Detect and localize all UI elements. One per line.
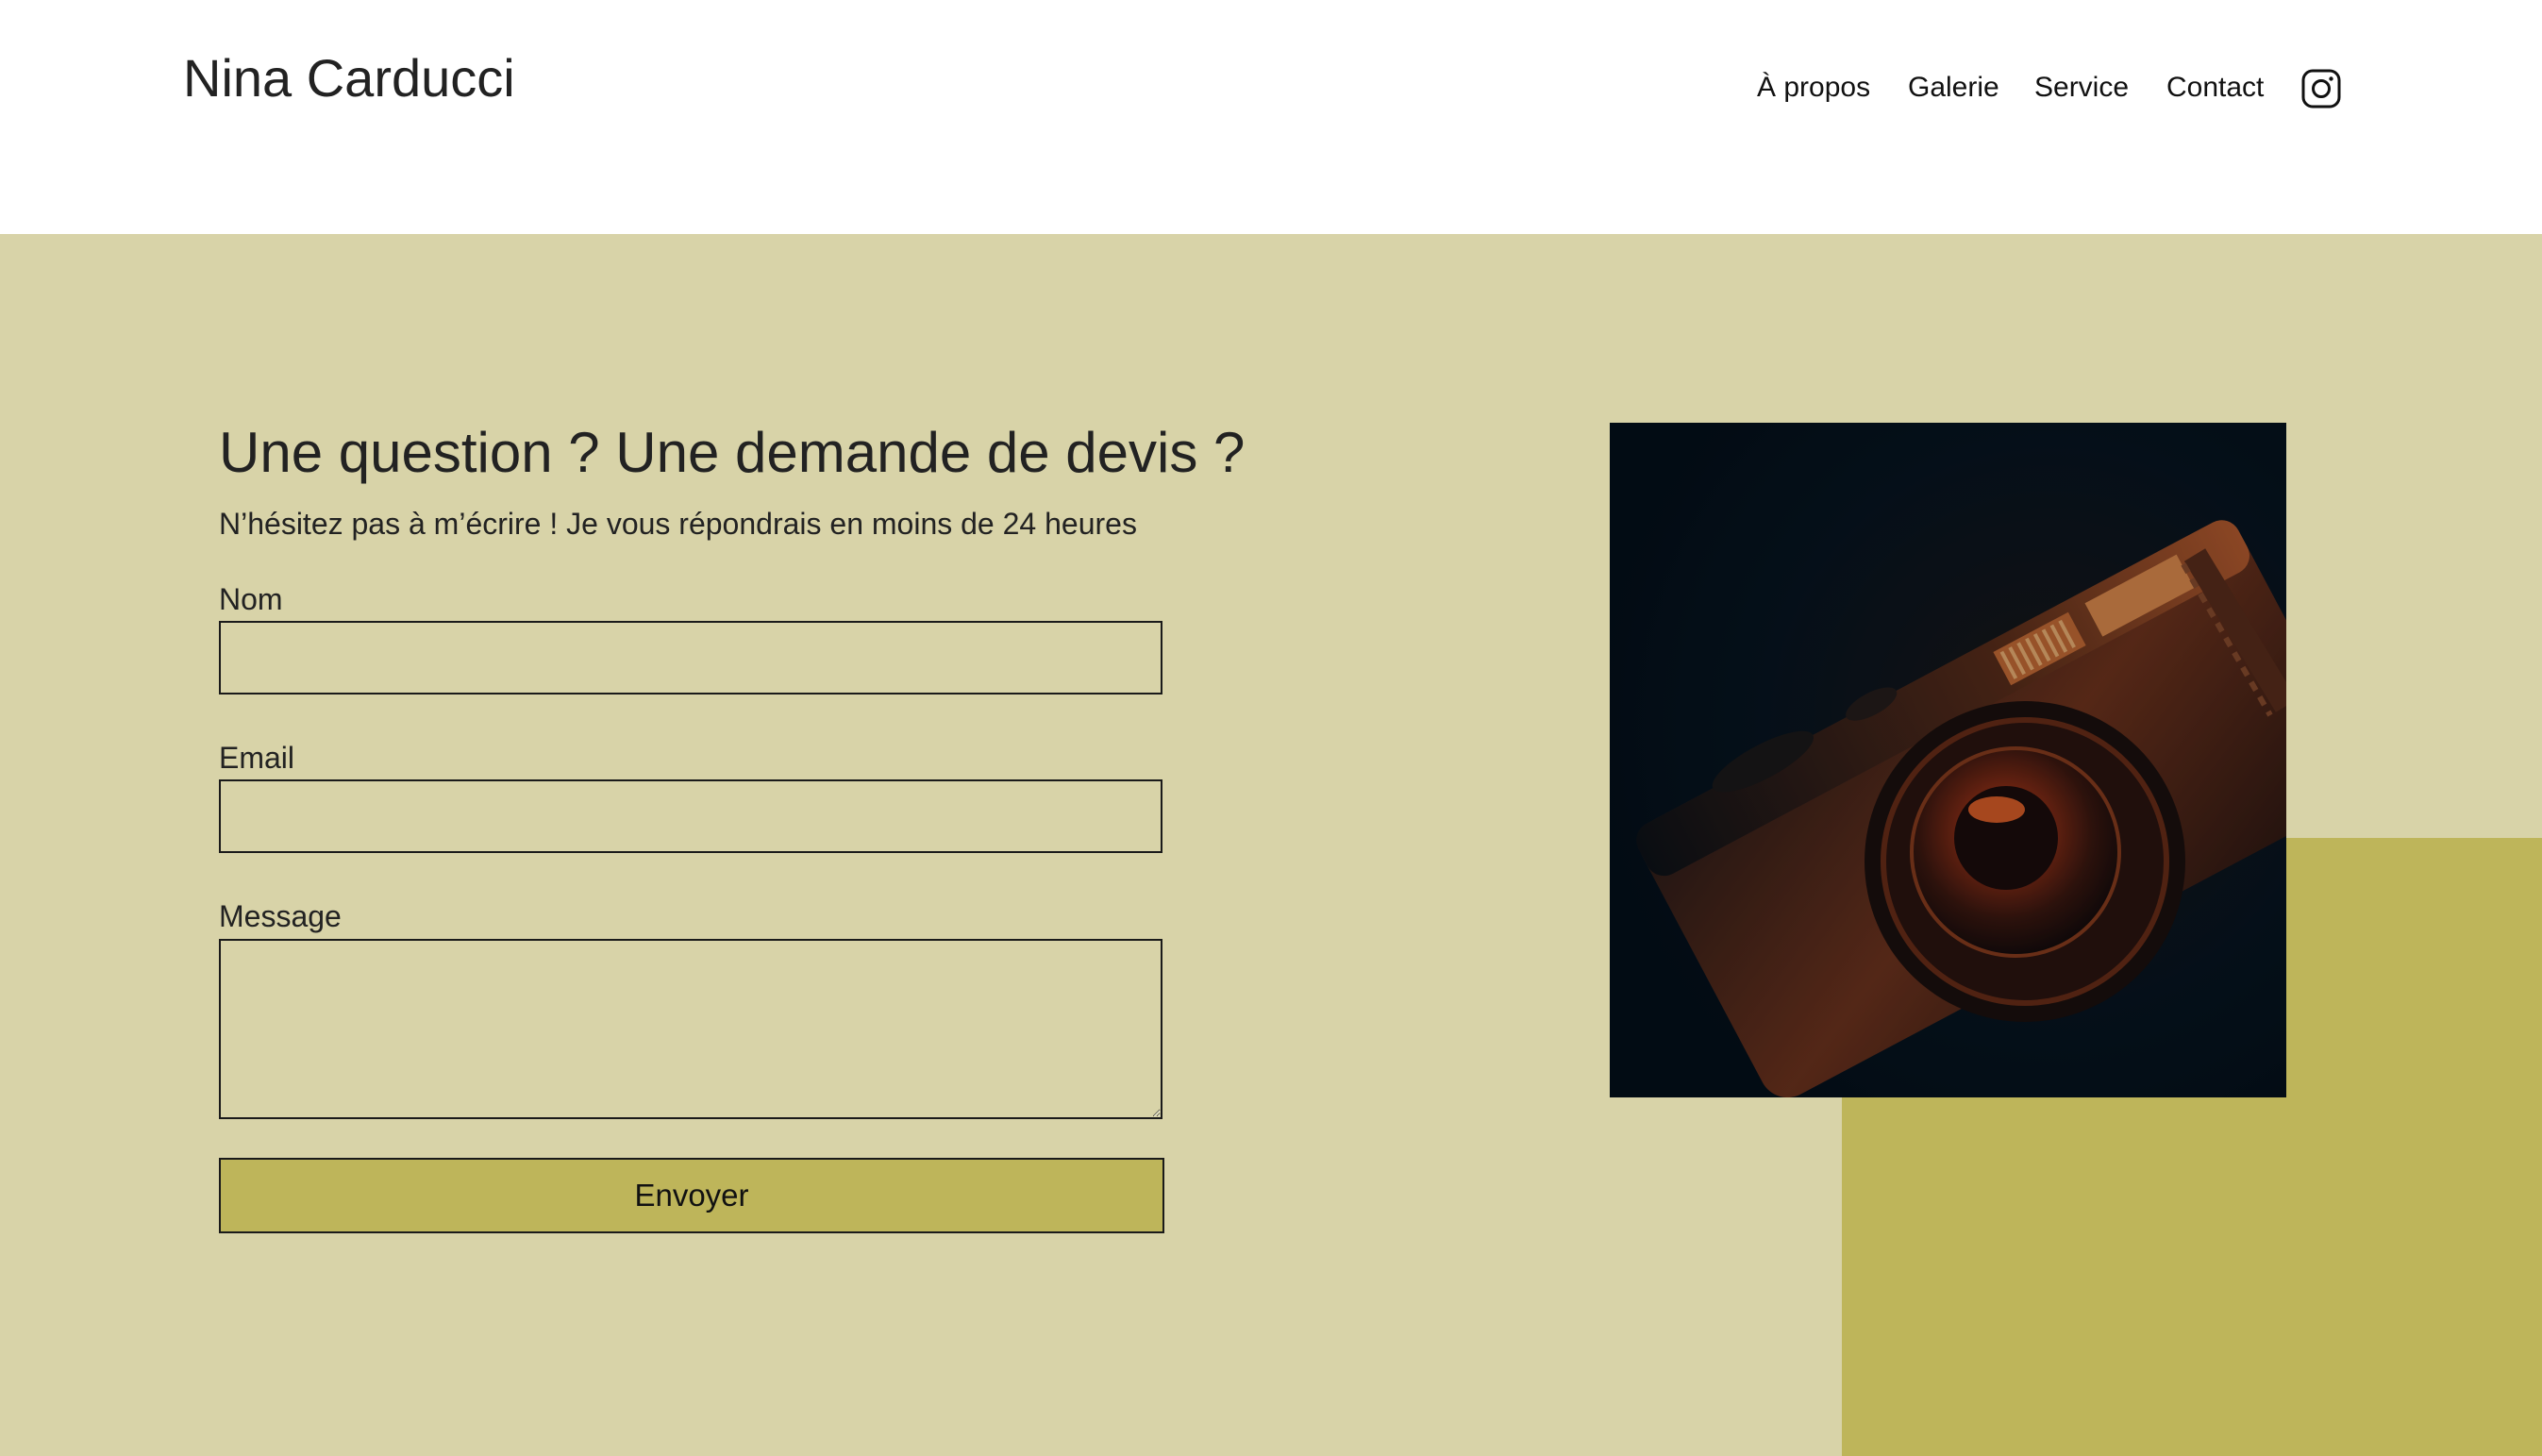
camera-photo [1610,423,2286,1097]
contact-title: Une question ? Une demande de devis ? [219,421,1246,484]
email-label: Email [219,741,295,775]
nav-link-galerie[interactable]: Galerie [1908,66,1999,109]
name-label: Nom [219,582,283,616]
contact-subtitle: N’hésitez pas à m’écrire ! Je vous répon… [219,507,1137,541]
nav-link-contact[interactable]: Contact [2166,66,2264,109]
name-field[interactable] [219,621,1162,695]
email-field[interactable] [219,779,1162,853]
nav-link-service[interactable]: Service [2034,66,2129,109]
nav-link-a-propos[interactable]: À propos [1757,66,1870,109]
instagram-icon[interactable] [2301,69,2341,109]
site-brand[interactable]: Nina Carducci [183,45,515,111]
submit-button[interactable]: Envoyer [219,1158,1164,1233]
site-header: Nina Carducci À propos Galerie Service C… [0,0,2542,234]
message-label: Message [219,899,342,933]
message-field[interactable] [219,939,1162,1119]
